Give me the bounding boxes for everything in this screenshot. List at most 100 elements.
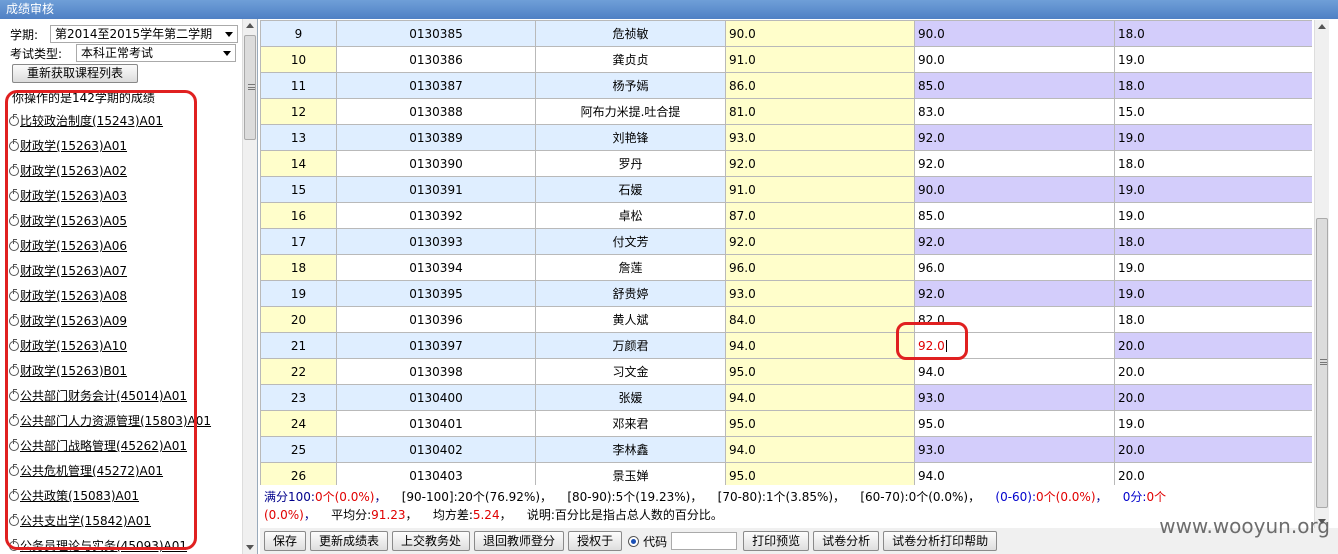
course-list-item[interactable]: 财政学(15263)A10 [9,334,241,359]
paper-analysis-print-help-button[interactable]: 试卷分析打印帮助 [883,531,998,551]
score-cell-2[interactable]: 82.0 [914,306,1115,333]
score-cell-1[interactable]: 95.0 [725,462,915,485]
score-cell-3[interactable]: 20.0 [1114,436,1312,463]
course-list-item[interactable]: 比较政治制度(15243)A01 [9,109,241,134]
score-cell-2[interactable]: 83.0 [914,98,1115,125]
score-cell-2[interactable]: 85.0 [914,72,1115,99]
score-cell-2[interactable]: 85.0 [914,202,1115,229]
left-scrollbar[interactable] [242,19,257,554]
update-score-table-button[interactable]: 更新成绩表 [310,531,389,551]
score-cell-3[interactable]: 18.0 [1114,306,1312,333]
score-cell-2[interactable]: 90.0 [914,176,1115,203]
score-cell-1[interactable]: 91.0 [725,176,915,203]
code-radio[interactable] [628,535,640,547]
course-list-item[interactable]: 财政学(15263)A03 [9,184,241,209]
score-cell-3[interactable]: 19.0 [1114,254,1312,281]
code-input[interactable] [671,532,738,550]
course-list-item[interactable]: 公共部门财务会计(45014)A01 [9,384,241,409]
course-list-item[interactable]: 公共部门战略管理(45262)A01 [9,434,241,459]
score-cell-3[interactable]: 19.0 [1114,124,1312,151]
score-cell-3[interactable]: 20.0 [1114,358,1312,385]
score-cell-3[interactable]: 15.0 [1114,98,1312,125]
course-link[interactable]: 财政学(15263)A02 [20,164,127,178]
course-link[interactable]: 公共政策(15083)A01 [20,489,139,503]
score-cell-2[interactable]: 90.0 [914,20,1115,47]
course-link[interactable]: 财政学(15263)A03 [20,189,127,203]
score-cell-1[interactable]: 94.0 [725,332,915,359]
return-to-teacher-button[interactable]: 退回教师登分 [474,531,565,551]
course-link[interactable]: 公共危机管理(45272)A01 [20,464,163,478]
score-cell-2[interactable]: 94.0 [914,358,1115,385]
score-cell-1[interactable]: 93.0 [725,124,915,151]
score-cell-1[interactable]: 95.0 [725,410,915,437]
course-list-item[interactable]: 财政学(15263)A08 [9,284,241,309]
score-cell-3[interactable]: 20.0 [1114,462,1312,485]
course-link[interactable]: 财政学(15263)A08 [20,289,127,303]
grant-to-button[interactable]: 授权于 [568,531,623,551]
score-cell-2[interactable]: 92.0 [914,332,1115,359]
score-cell-2[interactable]: 92.0 [914,124,1115,151]
score-cell-3[interactable]: 19.0 [1114,176,1312,203]
score-cell-2[interactable]: 96.0 [914,254,1115,281]
score-cell-3[interactable]: 20.0 [1114,384,1312,411]
score-cell-2[interactable]: 90.0 [914,46,1115,73]
score-cell-1[interactable]: 92.0 [725,150,915,177]
course-list-item[interactable]: 财政学(15263)B01 [9,359,241,384]
scroll-up-icon[interactable] [1318,24,1326,29]
score-cell-3[interactable]: 19.0 [1114,202,1312,229]
score-cell-3[interactable]: 18.0 [1114,72,1312,99]
course-link[interactable]: 公共部门战略管理(45262)A01 [20,439,187,453]
score-cell-1[interactable]: 86.0 [725,72,915,99]
score-cell-1[interactable]: 81.0 [725,98,915,125]
print-preview-button[interactable]: 打印预览 [743,531,810,551]
save-button[interactable]: 保存 [264,531,307,551]
course-list-item[interactable]: 公务员理论与实务(45093)A01 [9,534,241,552]
score-cell-1[interactable]: 91.0 [725,46,915,73]
score-cell-1[interactable]: 92.0 [725,228,915,255]
grid-scrollbar-thumb[interactable] [1316,218,1328,508]
course-link[interactable]: 财政学(15263)A07 [20,264,127,278]
course-list-item[interactable]: 公共支出学(15842)A01 [9,509,241,534]
score-cell-1[interactable]: 94.0 [725,384,915,411]
score-cell-2[interactable]: 92.0 [914,228,1115,255]
course-list-item[interactable]: 财政学(15263)A06 [9,234,241,259]
course-link[interactable]: 公务员理论与实务(45093)A01 [20,539,187,552]
score-cell-1[interactable]: 95.0 [725,358,915,385]
course-list-item[interactable]: 公共危机管理(45272)A01 [9,459,241,484]
course-list-item[interactable]: 公共政策(15083)A01 [9,484,241,509]
refresh-course-list-button[interactable]: 重新获取课程列表 [12,64,138,83]
course-link[interactable]: 财政学(15263)A10 [20,339,127,353]
score-cell-2[interactable]: 95.0 [914,410,1115,437]
score-cell-1[interactable]: 93.0 [725,280,915,307]
score-cell-3[interactable]: 19.0 [1114,46,1312,73]
score-cell-2[interactable]: 94.0 [914,462,1115,485]
term-select[interactable]: 第2014至2015学年第二学期 [50,25,238,43]
course-link[interactable]: 财政学(15263)A05 [20,214,127,228]
score-cell-1[interactable]: 90.0 [725,20,915,47]
submit-to-academic-office-button[interactable]: 上交教务处 [392,531,471,551]
course-link[interactable]: 财政学(15263)A01 [20,139,127,153]
score-cell-2[interactable]: 92.0 [914,150,1115,177]
grid-scrollbar[interactable] [1314,20,1329,528]
score-cell-3[interactable]: 19.0 [1114,410,1312,437]
course-list-item[interactable]: 财政学(15263)A07 [9,259,241,284]
score-cell-1[interactable]: 94.0 [725,436,915,463]
course-link[interactable]: 比较政治制度(15243)A01 [20,114,163,128]
exam-type-select[interactable]: 本科正常考试 [76,44,236,62]
scroll-up-icon[interactable] [246,23,254,28]
course-link[interactable]: 公共部门人力资源管理(15803)A01 [20,414,211,428]
course-link[interactable]: 公共部门财务会计(45014)A01 [20,389,187,403]
course-list-item[interactable]: 公共部门人力资源管理(15803)A01 [9,409,241,434]
left-scrollbar-thumb[interactable] [244,35,256,140]
score-cell-1[interactable]: 87.0 [725,202,915,229]
course-list-item[interactable]: 财政学(15263)A09 [9,309,241,334]
course-link[interactable]: 公共支出学(15842)A01 [20,514,151,528]
score-cell-1[interactable]: 96.0 [725,254,915,281]
score-cell-1[interactable]: 84.0 [725,306,915,333]
score-cell-3[interactable]: 18.0 [1114,228,1312,255]
score-cell-3[interactable]: 19.0 [1114,280,1312,307]
course-link[interactable]: 财政学(15263)B01 [20,364,127,378]
score-cell-3[interactable]: 18.0 [1114,20,1312,47]
scroll-down-icon[interactable] [246,545,254,550]
score-cell-3[interactable]: 20.0 [1114,332,1312,359]
